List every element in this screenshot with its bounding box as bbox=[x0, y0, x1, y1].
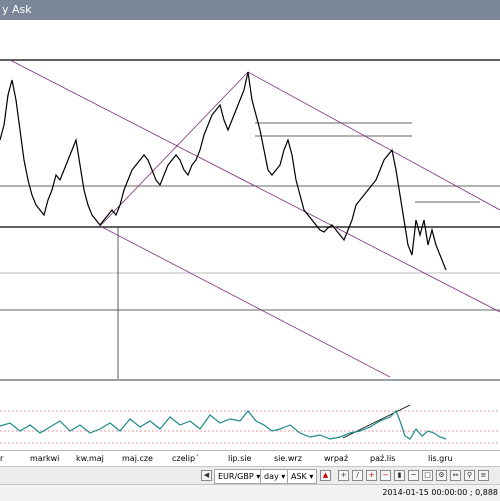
time-tick: markwi bbox=[30, 454, 60, 463]
print-icon[interactable]: ≡ bbox=[478, 470, 489, 481]
time-axis: r markwi kw.maj maj.cze czelip´ lip.sie … bbox=[0, 450, 500, 467]
window-title: y Ask bbox=[2, 3, 32, 16]
period-select[interactable]: day ▾ bbox=[260, 469, 290, 484]
trend-line[interactable] bbox=[99, 71, 249, 227]
zoom-in-icon[interactable]: + bbox=[366, 470, 377, 481]
time-tick: r bbox=[0, 454, 4, 463]
price-side-select[interactable]: ASK ▾ bbox=[287, 469, 318, 484]
time-tick: maj.cze bbox=[122, 454, 153, 463]
price-side-select-value: ASK bbox=[291, 472, 307, 481]
cursor-icon[interactable]: ▲ bbox=[320, 470, 331, 481]
time-tick: paź.lis bbox=[370, 454, 396, 463]
trend-line[interactable] bbox=[247, 71, 500, 211]
oscillator-canvas bbox=[0, 404, 500, 444]
symbol-select[interactable]: EUR/GBP ▾ bbox=[214, 469, 265, 484]
symbol-select-value: EUR/GBP bbox=[218, 472, 254, 481]
status-cursor-readout: 2014-01-15 00:00:00 ; 0,888 bbox=[382, 488, 498, 497]
time-tick: wrpaź bbox=[324, 454, 349, 463]
oscillator-series bbox=[0, 409, 447, 440]
indicator-icon[interactable]: ~ bbox=[408, 470, 419, 481]
status-bar: 2014-01-15 00:00:00 ; 0,888 bbox=[0, 484, 500, 501]
template-icon[interactable]: □ bbox=[422, 470, 433, 481]
price-series bbox=[0, 71, 447, 271]
chart-scroll-icon[interactable]: ◀ bbox=[201, 470, 212, 481]
price-chart[interactable] bbox=[0, 20, 500, 379]
time-tick: lip.sie bbox=[228, 454, 252, 463]
zoom-out-icon[interactable]: − bbox=[380, 470, 391, 481]
chart-type-icon[interactable]: ▮ bbox=[394, 470, 405, 481]
time-tick: lis.gru bbox=[428, 454, 453, 463]
price-chart-canvas bbox=[0, 59, 500, 379]
fit-icon[interactable]: ↔ bbox=[450, 470, 461, 481]
settings-icon[interactable]: ⚙ bbox=[436, 470, 447, 481]
chart-toolbar: ◀ EUR/GBP ▾ day ▾ ASK ▾ ▲ + / + − ▮ ~ □ … bbox=[0, 466, 500, 485]
zoom-icon[interactable]: ⚲ bbox=[464, 470, 475, 481]
line-icon[interactable]: / bbox=[352, 470, 363, 481]
crosshair-icon[interactable]: + bbox=[338, 470, 349, 481]
trend-line[interactable] bbox=[99, 225, 391, 378]
time-tick: kw.maj bbox=[76, 454, 104, 463]
window-titlebar: y Ask bbox=[0, 0, 500, 20]
period-select-value: day bbox=[264, 472, 279, 481]
oscillator-pane[interactable] bbox=[0, 381, 500, 450]
time-tick: sie.wrz bbox=[274, 454, 302, 463]
time-tick: czelip´ bbox=[172, 454, 200, 463]
